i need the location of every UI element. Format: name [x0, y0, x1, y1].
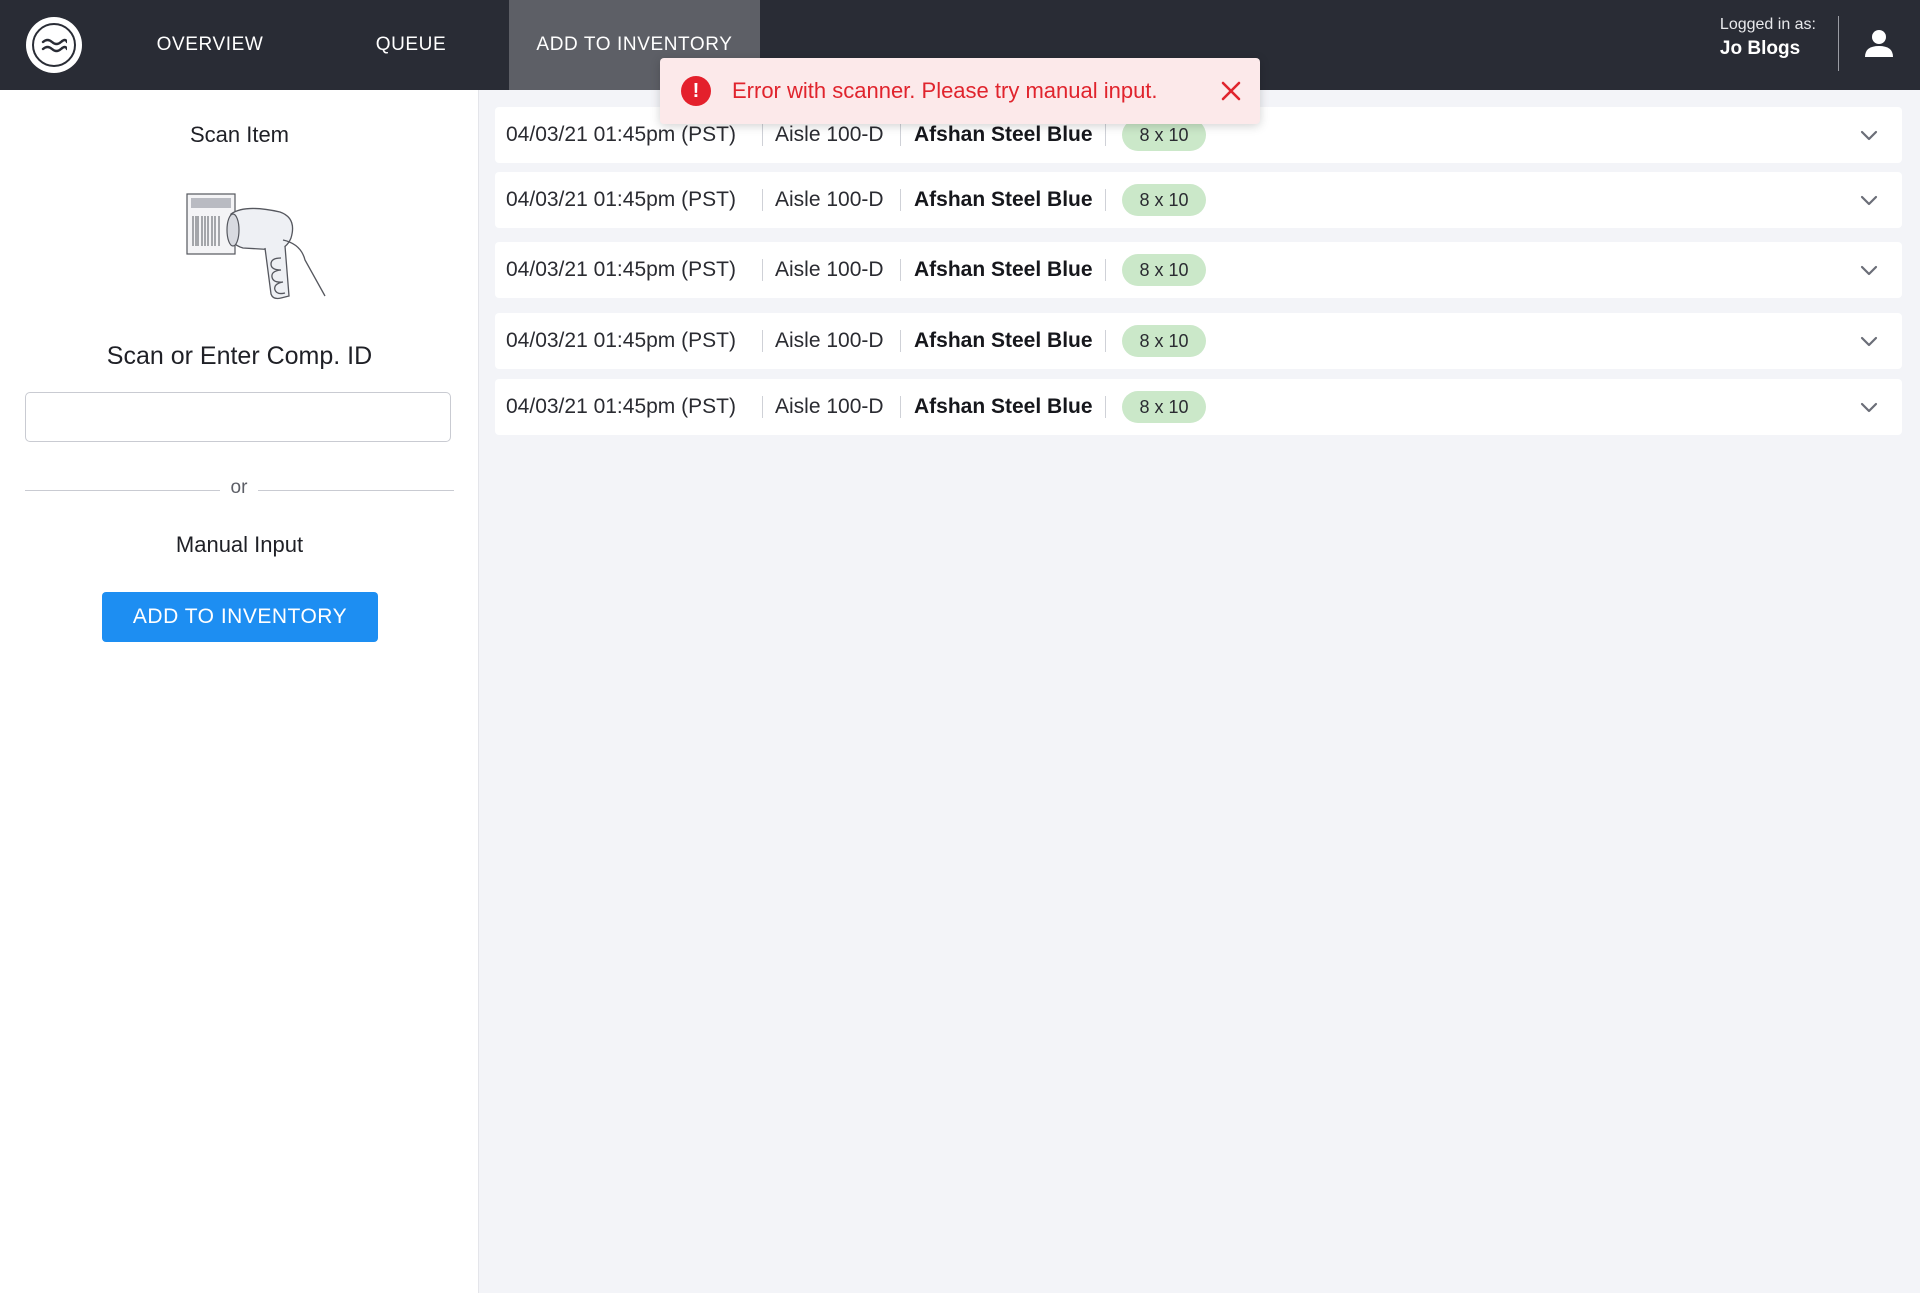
item-aisle: Aisle 100-D [775, 258, 884, 281]
size-badge: 8 x 10 [1122, 184, 1206, 216]
item-timestamp: 04/03/21 01:45pm (PST) [506, 395, 736, 418]
chevron-down-icon[interactable] [1858, 396, 1880, 418]
separator [900, 124, 901, 146]
comp-id-input[interactable] [25, 392, 451, 442]
separator [900, 396, 901, 418]
scan-or-enter-title: Scan or Enter Comp. ID [106, 342, 373, 370]
list-item[interactable]: 04/03/21 01:45pm (PST) Aisle 100-D Afsha… [495, 172, 1902, 228]
item-aisle: Aisle 100-D [775, 395, 884, 418]
item-aisle: Aisle 100-D [775, 123, 884, 146]
separator [762, 189, 763, 211]
logged-in-user: Logged in as: Jo Blogs [1720, 16, 1816, 60]
chevron-down-icon[interactable] [1858, 124, 1880, 146]
chevron-down-icon[interactable] [1858, 189, 1880, 211]
chevron-down-icon[interactable] [1858, 330, 1880, 352]
list-item[interactable]: 04/03/21 01:45pm (PST) Aisle 100-D Afsha… [495, 379, 1902, 435]
user-icon[interactable] [1862, 27, 1896, 61]
separator [762, 396, 763, 418]
scan-panel: Scan Item Scan or Enter Comp. ID or Manu… [0, 90, 479, 1293]
scan-item-title: Scan Item [189, 122, 290, 147]
close-icon[interactable] [1217, 77, 1245, 105]
item-timestamp: 04/03/21 01:45pm (PST) [506, 258, 736, 281]
error-icon: ! [681, 76, 711, 106]
add-to-inventory-button[interactable]: ADD TO INVENTORY [102, 592, 378, 642]
separator [762, 330, 763, 352]
error-toast: ! Error with scanner. Please try manual … [660, 58, 1260, 124]
item-name: Afshan Steel Blue [914, 329, 1093, 352]
tab-queue[interactable]: QUEUE [331, 0, 491, 90]
separator [1105, 124, 1106, 146]
item-name: Afshan Steel Blue [914, 258, 1093, 281]
divider-right [258, 490, 454, 491]
separator [900, 259, 901, 281]
list-item[interactable]: 04/03/21 01:45pm (PST) Aisle 100-D Afsha… [495, 242, 1902, 298]
size-badge: 8 x 10 [1122, 254, 1206, 286]
user-name: Jo Blogs [1719, 38, 1801, 59]
manual-input-title: Manual Input [175, 532, 304, 557]
list-item[interactable]: 04/03/21 01:45pm (PST) Aisle 100-D Afsha… [495, 313, 1902, 369]
separator [762, 124, 763, 146]
item-aisle: Aisle 100-D [775, 329, 884, 352]
separator [1105, 330, 1106, 352]
barcode-scanner-illustration [186, 193, 326, 300]
item-timestamp: 04/03/21 01:45pm (PST) [506, 188, 736, 211]
nav-divider [1838, 16, 1839, 71]
size-badge: 8 x 10 [1122, 325, 1206, 357]
separator [1105, 259, 1106, 281]
item-name: Afshan Steel Blue [914, 188, 1093, 211]
separator [762, 259, 763, 281]
item-aisle: Aisle 100-D [775, 188, 884, 211]
waves-logo-icon[interactable] [26, 17, 82, 73]
item-timestamp: 04/03/21 01:45pm (PST) [506, 329, 736, 352]
logged-in-label: Logged in as: [1719, 16, 1816, 33]
error-message: Error with scanner. Please try manual in… [732, 78, 1158, 103]
chevron-down-icon[interactable] [1858, 259, 1880, 281]
item-name: Afshan Steel Blue [914, 395, 1093, 418]
size-badge: 8 x 10 [1122, 391, 1206, 423]
tab-overview[interactable]: OVERVIEW [131, 0, 289, 90]
item-name: Afshan Steel Blue [914, 123, 1093, 146]
separator [1105, 396, 1106, 418]
or-label: or [230, 477, 248, 498]
separator [1105, 189, 1106, 211]
separator [900, 189, 901, 211]
separator [900, 330, 901, 352]
item-timestamp: 04/03/21 01:45pm (PST) [506, 123, 736, 146]
divider-left [25, 490, 220, 491]
